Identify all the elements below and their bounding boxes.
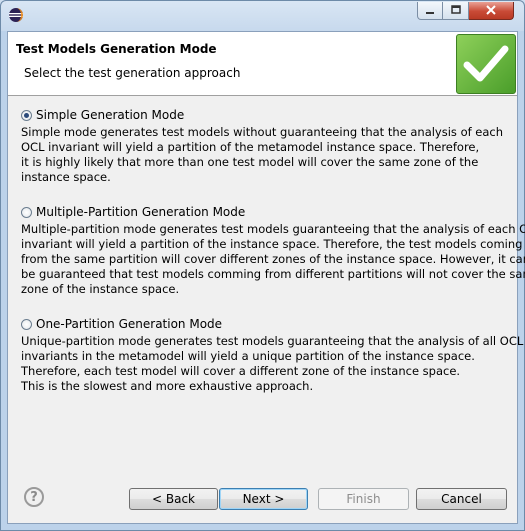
radio-multiple-partition-generation[interactable]: Multiple-Partition Generation Mode [21, 204, 525, 220]
description-line: Multiple-partition mode generates test m… [21, 222, 525, 236]
help-icon: ? [30, 489, 38, 505]
radio-button[interactable] [21, 206, 32, 218]
description-line: it is highly likely that more than one t… [21, 155, 479, 169]
description-line: Unique-partition mode generates test mod… [21, 334, 524, 348]
radio-one-partition-generation[interactable]: One-Partition Generation Mode [21, 316, 523, 332]
radio-label: Multiple-Partition Generation Mode [36, 205, 246, 219]
title-bar[interactable] [1, 1, 524, 31]
description-line: invariants in the metamodel will yield a… [21, 349, 475, 363]
radio-label: Simple Generation Mode [36, 108, 185, 122]
option-one-partition: One-Partition Generation Mode Unique-par… [21, 316, 523, 394]
minimize-icon [425, 4, 435, 18]
description-line: instance space. [21, 170, 111, 184]
maximize-button[interactable] [443, 2, 469, 20]
page-title: Test Models Generation Mode [16, 42, 217, 56]
description-line: This is the slowest and more exhaustive … [21, 379, 314, 393]
radio-button[interactable] [21, 109, 32, 121]
radio-simple-generation[interactable]: Simple Generation Mode [21, 107, 503, 123]
maximize-icon [450, 4, 461, 18]
option-description: Multiple-partition mode generates test m… [21, 222, 525, 297]
description-line: from the same partition will cover diffe… [21, 252, 525, 266]
description-line: Simple mode generates test models withou… [21, 125, 504, 139]
radio-label: One-Partition Generation Mode [36, 317, 223, 331]
eclipse-icon [8, 7, 24, 23]
next-button[interactable]: Next > [219, 488, 308, 510]
wizard-body: Test Models Generation Mode Select the t… [7, 31, 525, 524]
page-subtitle: Select the test generation approach [24, 66, 241, 80]
description-line: OCL invariant will yield a partition of … [21, 140, 480, 154]
description-line: invariant will yield a partition of the … [21, 237, 523, 251]
back-button[interactable]: < Back [129, 488, 218, 510]
option-description: Unique-partition mode generates test mod… [21, 334, 523, 394]
close-button[interactable] [469, 2, 514, 20]
help-button[interactable]: ? [24, 487, 44, 507]
cancel-button[interactable]: Cancel [416, 488, 507, 510]
option-multiple-partition: Multiple-Partition Generation Mode Multi… [21, 204, 525, 297]
option-simple: Simple Generation Mode Simple mode gener… [21, 107, 503, 185]
radio-button[interactable] [21, 318, 32, 330]
finish-button[interactable]: Finish [318, 488, 409, 510]
wizard-banner [456, 34, 516, 94]
close-icon [485, 4, 497, 18]
description-line: Therefore, each test model will cover a … [21, 364, 461, 378]
description-line: zone of the instance space. [21, 282, 180, 296]
option-description: Simple mode generates test models withou… [21, 125, 503, 185]
minimize-button[interactable] [417, 2, 443, 20]
description-line: be guaranteed that test models comming f… [21, 267, 525, 281]
wizard-header: Test Models Generation Mode Select the t… [8, 32, 517, 96]
wizard-window: Test Models Generation Mode Select the t… [0, 0, 525, 531]
